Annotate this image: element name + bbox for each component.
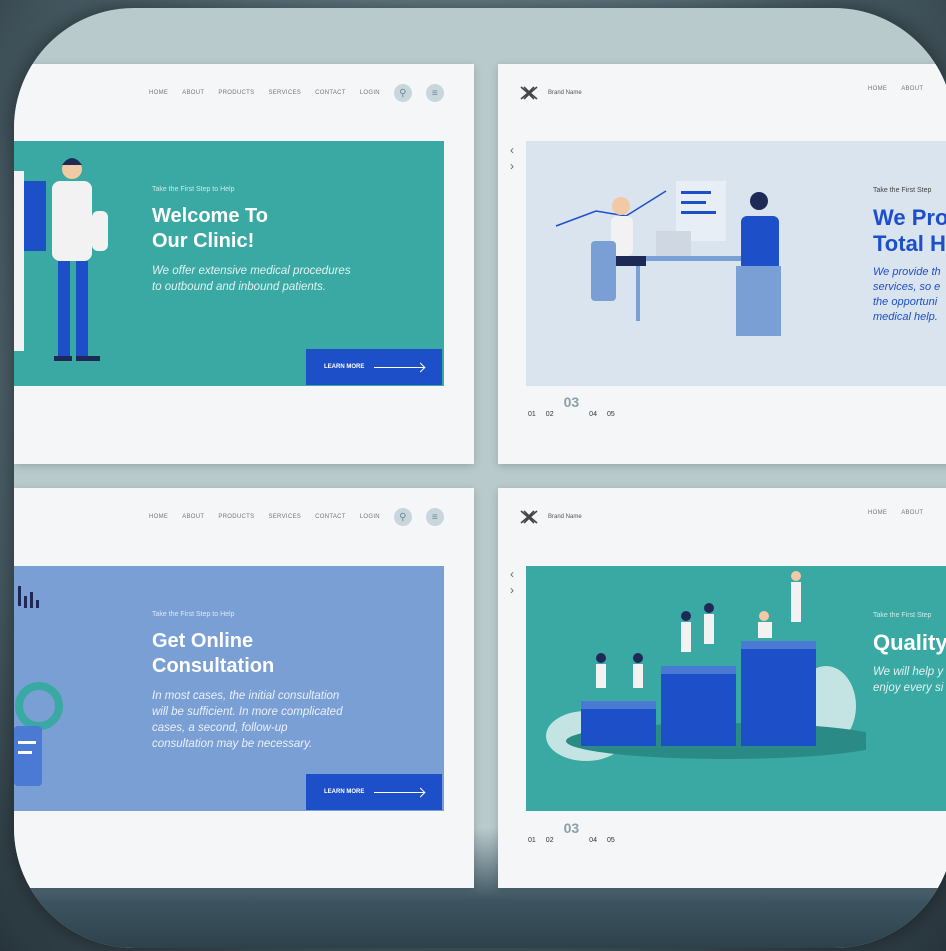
brand: Brand Name [520, 86, 582, 100]
pager-item-05[interactable]: 05 [607, 837, 615, 844]
nav-about[interactable]: ABOUT [182, 90, 204, 96]
hero-desc-line3: cases, a second, follow-up [152, 722, 288, 734]
chevron-right-icon[interactable]: › [510, 158, 514, 174]
nav-home[interactable]: HOME [149, 90, 168, 96]
podium-illustration [546, 571, 866, 761]
pager-item-02[interactable]: 02 [546, 837, 554, 844]
chevron-left-icon[interactable]: ‹ [510, 142, 514, 158]
hero-desc-line4: medical help. [873, 311, 938, 323]
pager-item-04[interactable]: 04 [589, 837, 597, 844]
hero-kicker: Take the First Step [873, 612, 932, 619]
hero-banner: Take the First Step Quality We will help… [526, 566, 946, 811]
slide-pager: 01 02 03 04 05 [528, 394, 615, 418]
nav-products[interactable]: PRODUCTS [218, 90, 254, 96]
pager-item-01[interactable]: 01 [528, 837, 536, 844]
pager-current[interactable]: 03 [564, 394, 580, 410]
slider-arrows: ‹ › [510, 142, 514, 174]
learn-more-button[interactable]: LEARN MORE [306, 349, 442, 385]
hero-banner: Take the First Step to Help Welcome To O… [14, 141, 444, 386]
hero-desc-line3: the opportuni [873, 296, 938, 308]
nav-contact[interactable]: CONTACT [315, 90, 346, 96]
brand-logo-icon [520, 510, 538, 524]
hero-title-line1: Welcome To [152, 205, 268, 227]
learn-more-label: LEARN MORE [324, 364, 365, 370]
top-nav: HOME ABOUT PRODUCTS SERVICES CONTACT LOG… [149, 508, 444, 526]
arrow-right-icon [374, 791, 425, 793]
hero-title-line2: Consultation [152, 655, 275, 677]
hero-banner: Take the First Step to Help Get Online C… [14, 566, 444, 811]
meeting-illustration [555, 181, 781, 336]
hero-title-line2: Total H [873, 231, 946, 256]
pager-item-01[interactable]: 01 [528, 411, 536, 418]
hero-desc-line2: will be sufficient. In more complicated [152, 706, 343, 718]
top-nav: HOME ABOUT [868, 510, 923, 516]
nav-products[interactable]: PRODUCTS [218, 514, 254, 520]
hero-desc-line2: enjoy every si [873, 682, 944, 694]
panel-provide: Brand Name HOME ABOUT ‹ › Take the First… [498, 64, 946, 464]
hero-title-line2: Our Clinic! [152, 230, 255, 252]
pager-item-02[interactable]: 02 [546, 411, 554, 418]
panel-consultation: HOME ABOUT PRODUCTS SERVICES CONTACT LOG… [14, 488, 474, 888]
chevron-left-icon[interactable]: ‹ [510, 566, 514, 582]
hero-title-line1: Quality [873, 630, 946, 655]
nav-home[interactable]: HOME [868, 510, 887, 516]
learn-more-button[interactable]: LEARN MORE [306, 774, 442, 810]
menu-icon[interactable]: ≡ [425, 508, 444, 526]
nav-services[interactable]: SERVICES [268, 514, 301, 520]
hero-desc-line2: to outbound and inbound patients. [152, 281, 326, 293]
pager-current[interactable]: 03 [564, 820, 580, 836]
pager-item-05[interactable]: 05 [607, 411, 615, 418]
hero-banner: Take the First Step We Pro Total H We pr… [526, 141, 946, 386]
doctors-illustration [14, 158, 108, 361]
hero-desc-line4: consultation may be necessary. [152, 738, 313, 750]
hero-kicker: Take the First Step to Help [152, 186, 235, 193]
panel-quality: Brand Name HOME ABOUT ‹ › Take the First… [498, 488, 946, 888]
hero-desc-line1: We provide th [873, 266, 941, 278]
nav-login[interactable]: LOGIN [360, 514, 380, 520]
hero-title-line1: Get Online [152, 630, 254, 652]
hero-desc-line2: services, so e [873, 281, 941, 293]
mockup-frame: HOME ABOUT PRODUCTS SERVICES CONTACT LOG… [14, 8, 946, 948]
slide-pager: 01 02 03 04 05 [528, 820, 615, 844]
hero-kicker: Take the First Step [873, 187, 932, 194]
slider-arrows: ‹ › [510, 566, 514, 598]
menu-icon[interactable]: ≡ [425, 84, 444, 102]
brand-name: Brand Name [548, 514, 582, 520]
learn-more-label: LEARN MORE [324, 789, 365, 795]
nav-login[interactable]: LOGIN [360, 90, 380, 96]
nav-home[interactable]: HOME [149, 514, 168, 520]
nav-about[interactable]: ABOUT [901, 510, 923, 516]
consultation-illustration [14, 586, 63, 786]
pager-item-04[interactable]: 04 [589, 411, 597, 418]
brand: Brand Name [520, 510, 582, 524]
nav-about[interactable]: ABOUT [182, 514, 204, 520]
arrow-right-icon [374, 366, 425, 368]
search-icon[interactable]: ⚲ [393, 84, 412, 102]
nav-home[interactable]: HOME [868, 86, 887, 92]
nav-contact[interactable]: CONTACT [315, 514, 346, 520]
hero-desc-line1: In most cases, the initial consultation [152, 690, 340, 702]
hero-desc-line1: We will help y [873, 666, 944, 678]
hero-title-line1: We Pro [873, 205, 946, 230]
nav-services[interactable]: SERVICES [268, 90, 301, 96]
chevron-right-icon[interactable]: › [510, 582, 514, 598]
brand-logo-icon [520, 86, 538, 100]
panel-welcome: HOME ABOUT PRODUCTS SERVICES CONTACT LOG… [14, 64, 474, 464]
hero-desc-line1: We offer extensive medical procedures [152, 265, 351, 277]
hero-kicker: Take the First Step to Help [152, 611, 235, 618]
top-nav: HOME ABOUT [868, 86, 923, 92]
brand-name: Brand Name [548, 90, 582, 96]
search-icon[interactable]: ⚲ [393, 508, 412, 526]
top-nav: HOME ABOUT PRODUCTS SERVICES CONTACT LOG… [149, 84, 444, 102]
nav-about[interactable]: ABOUT [901, 86, 923, 92]
